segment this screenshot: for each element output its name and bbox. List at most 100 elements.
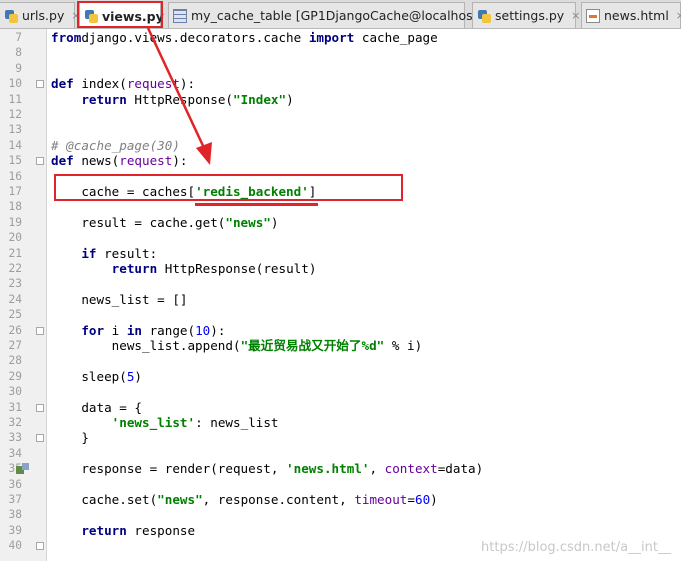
- line-number: 30: [8, 385, 22, 399]
- code-text: def news(request):: [51, 153, 188, 168]
- code-line[interactable]: 15 def news(request):: [0, 153, 681, 168]
- fold-marker-icon[interactable]: [36, 157, 44, 166]
- code-line[interactable]: 35 response = render(request, 'news.html…: [0, 461, 681, 476]
- code-line[interactable]: 20: [0, 230, 681, 245]
- code-token: ):: [179, 76, 196, 92]
- line-number: 29: [8, 369, 22, 383]
- fold-marker-icon[interactable]: [36, 434, 44, 443]
- code-text: return HttpResponse("Index"): [51, 91, 294, 107]
- tab-urls-py[interactable]: urls.py ×: [0, 2, 81, 28]
- code-line[interactable]: 29 sleep(5): [0, 369, 681, 384]
- run-gutter-icon[interactable]: [16, 463, 30, 475]
- code-line[interactable]: 17 cache = caches['redis_backend']: [0, 184, 681, 199]
- code-token: HttpResponse(result): [157, 261, 317, 276]
- code-line[interactable]: 19 result = cache.get("news"): [0, 215, 681, 230]
- code-text: sleep(5): [51, 369, 142, 384]
- line-number: 19: [8, 215, 22, 229]
- close-icon[interactable]: ×: [571, 9, 580, 22]
- code-line[interactable]: 33 }: [0, 430, 681, 445]
- code-line[interactable]: 7 fromdjango.views.decorators.cache impor…: [0, 30, 681, 45]
- fold-marker-icon[interactable]: [36, 542, 44, 551]
- code-line[interactable]: 23: [0, 276, 681, 291]
- line-number: 39: [8, 523, 22, 537]
- tab-news-html[interactable]: news.html ×: [581, 2, 681, 28]
- code-line[interactable]: 26 for i in range(10):: [0, 323, 681, 338]
- code-token: 'news.html': [286, 461, 370, 477]
- code-line[interactable]: 10 def index(request):: [0, 76, 681, 91]
- tab-settings-py[interactable]: settings.py ×: [472, 2, 580, 28]
- code-token: 10: [195, 322, 211, 338]
- code-line[interactable]: 14 # @cache_page(30): [0, 138, 681, 153]
- code-text: cache.set("news", response.content, time…: [51, 492, 437, 507]
- tab-label: news.html: [604, 8, 669, 23]
- html-file-icon: [586, 8, 600, 23]
- line-number: 28: [8, 354, 22, 368]
- code-line[interactable]: 36: [0, 477, 681, 492]
- code-token: 'redis_backend': [195, 184, 309, 199]
- code-token: ): [286, 91, 294, 107]
- code-token: % i): [384, 338, 423, 353]
- code-text: }: [51, 430, 89, 445]
- code-line[interactable]: 37 cache.set("news", response.content, t…: [0, 492, 681, 507]
- line-number: 21: [8, 246, 22, 260]
- code-token: ):: [210, 322, 226, 338]
- code-line[interactable]: 8: [0, 45, 681, 60]
- line-number: 26: [8, 323, 22, 337]
- code-line[interactable]: 25: [0, 307, 681, 322]
- code-line[interactable]: 24 news_list = []: [0, 292, 681, 307]
- code-text: news_list = []: [51, 292, 187, 307]
- code-token: 60: [414, 492, 431, 507]
- code-token: request: [119, 153, 173, 169]
- code-line[interactable]: 34: [0, 446, 681, 461]
- code-token: ):: [172, 153, 188, 169]
- code-token: , response.content,: [202, 492, 355, 507]
- close-icon[interactable]: ×: [676, 9, 681, 22]
- code-text: response = render(request, 'news.html', …: [51, 461, 483, 476]
- code-token: request: [126, 76, 180, 92]
- code-text: fromdjango.views.decorators.cache import…: [51, 30, 438, 45]
- tab-my-cache-table[interactable]: my_cache_table [GP1DjangoCache@localhost…: [168, 2, 499, 28]
- code-token: ,: [369, 461, 385, 477]
- code-line[interactable]: 38: [0, 507, 681, 522]
- code-editor[interactable]: 7 fromdjango.views.decorators.cache impor…: [0, 29, 681, 561]
- line-number: 18: [8, 200, 22, 214]
- code-token: news_list.append(: [51, 338, 241, 353]
- code-token: response: [126, 522, 196, 538]
- code-token: return: [81, 522, 127, 538]
- code-line[interactable]: 16: [0, 169, 681, 184]
- code-line[interactable]: 12: [0, 107, 681, 122]
- code-token: ]: [308, 184, 317, 199]
- code-line[interactable]: 9: [0, 61, 681, 76]
- fold-marker-icon[interactable]: [36, 326, 44, 335]
- code-text: # @cache_page(30): [51, 138, 180, 153]
- tab-views-py[interactable]: views.py ×: [79, 2, 180, 28]
- code-token: return: [81, 91, 127, 107]
- code-line[interactable]: 13: [0, 122, 681, 137]
- code-token: context: [384, 461, 438, 477]
- fold-marker-icon[interactable]: [36, 403, 44, 412]
- code-token: "最近贸易战又开始了%d": [240, 338, 385, 353]
- code-text: return HttpResponse(result): [51, 261, 317, 276]
- fold-marker-icon[interactable]: [36, 80, 44, 89]
- code-token: : news_list: [195, 415, 279, 430]
- line-number: 37: [8, 493, 22, 506]
- code-text: if result:: [51, 246, 157, 261]
- code-line[interactable]: 27 news_list.append("最近贸易战又开始了%d" % i): [0, 338, 681, 353]
- code-line[interactable]: 39 return response: [0, 523, 681, 538]
- code-line[interactable]: 28: [0, 353, 681, 368]
- code-line[interactable]: 21 if result:: [0, 246, 681, 261]
- code-token: news_list = []: [51, 291, 188, 307]
- python-file-icon: [477, 9, 491, 23]
- code-line[interactable]: 30: [0, 384, 681, 399]
- code-token: if: [81, 245, 97, 261]
- code-text: cache = caches['redis_backend']: [51, 184, 316, 199]
- code-line[interactable]: 18: [0, 199, 681, 214]
- line-number: 22: [8, 262, 22, 275]
- code-line[interactable]: 32 'news_list': news_list: [0, 415, 681, 430]
- code-line[interactable]: 11 return HttpResponse("Index"): [0, 92, 681, 107]
- code-line[interactable]: 31 data = {: [0, 400, 681, 415]
- line-number: 23: [8, 277, 22, 291]
- code-line[interactable]: 22 return HttpResponse(result): [0, 261, 681, 276]
- code-token: result = cache.get(: [51, 214, 226, 230]
